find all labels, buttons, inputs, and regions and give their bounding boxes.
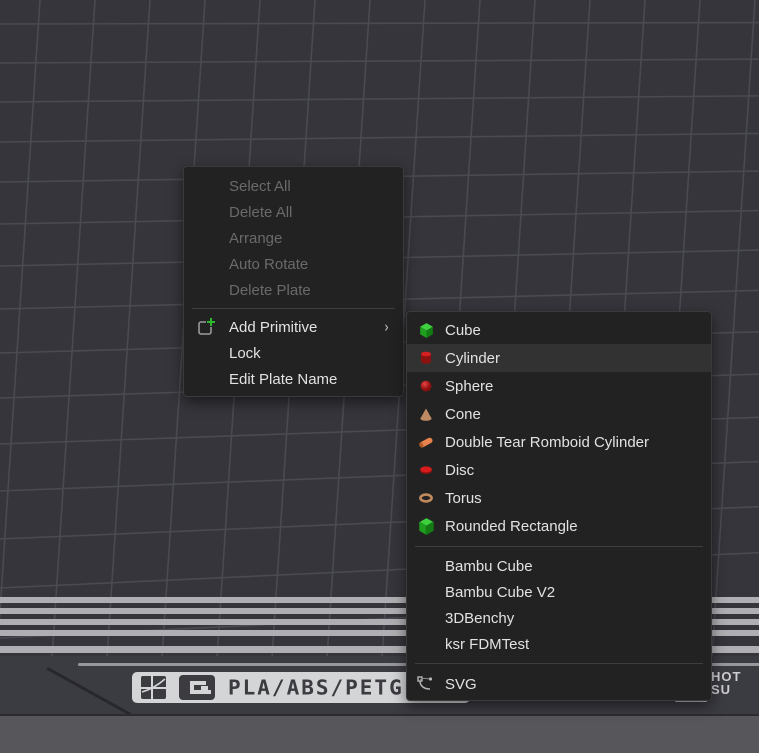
submenu-item-3dbenchy[interactable]: 3DBenchy xyxy=(407,605,711,631)
submenu-item-svg[interactable]: SVG xyxy=(407,670,711,698)
torus-icon xyxy=(407,492,445,504)
g-mark-logo-icon xyxy=(179,675,215,700)
menu-item-arrange[interactable]: Arrange xyxy=(184,225,403,251)
submenu-item-bambu-cube-v2[interactable]: Bambu Cube V2 xyxy=(407,579,711,605)
submenu-item-double-tear-romboid-cylinder[interactable]: Double Tear Romboid Cylinder xyxy=(407,428,711,456)
menu-item-delete-all[interactable]: Delete All xyxy=(184,199,403,225)
menu-separator xyxy=(415,663,703,664)
submenu-item-torus[interactable]: Torus xyxy=(407,484,711,512)
menu-separator xyxy=(192,308,395,309)
cone-icon xyxy=(407,407,445,422)
slicer-viewport-screenshot: { "colors":{ "viewport_bg":"#35353b","gr… xyxy=(0,0,759,753)
cylinder-icon xyxy=(407,350,445,366)
submenu-item-disc[interactable]: Disc xyxy=(407,456,711,484)
submenu-item-sphere[interactable]: Sphere xyxy=(407,372,711,400)
menu-separator xyxy=(415,546,703,547)
menu-item-edit-plate-name[interactable]: Edit Plate Name xyxy=(184,366,403,392)
menu-item-select-all[interactable]: Select All xyxy=(184,173,403,199)
svg-bezier-icon xyxy=(407,675,445,693)
menu-item-lock[interactable]: Lock xyxy=(184,340,403,366)
disc-icon xyxy=(407,464,445,476)
menu-item-add-primitive[interactable]: Add Primitive › xyxy=(184,314,403,340)
submenu-arrow-icon: › xyxy=(385,319,389,336)
hot-surface-text-line2: SU xyxy=(711,683,741,696)
submenu-item-cylinder[interactable]: Cylinder xyxy=(407,344,711,372)
menu-item-delete-plate[interactable]: Delete Plate xyxy=(184,277,403,303)
submenu-item-rounded-rectangle[interactable]: Rounded Rectangle xyxy=(407,512,711,540)
add-primitive-icon xyxy=(184,318,229,336)
plate-material-label: PLA/ABS/PETG xyxy=(228,676,404,699)
add-primitive-submenu: Cube Cylinder Sphere Cone xyxy=(406,311,712,701)
menu-item-auto-rotate[interactable]: Auto Rotate xyxy=(184,251,403,277)
romboid-cylinder-icon xyxy=(407,435,445,450)
rounded-rectangle-icon xyxy=(407,518,445,535)
submenu-item-cone[interactable]: Cone xyxy=(407,400,711,428)
bambu-quadrant-logo-icon xyxy=(141,676,166,699)
cube-icon xyxy=(407,322,445,339)
submenu-item-bambu-cube[interactable]: Bambu Cube xyxy=(407,553,711,579)
submenu-item-cube[interactable]: Cube xyxy=(407,316,711,344)
table-surface xyxy=(0,714,759,753)
submenu-item-ksr-fdmtest[interactable]: ksr FDMTest xyxy=(407,631,711,657)
plate-context-menu: Select All Delete All Arrange Auto Rotat… xyxy=(183,166,404,397)
plate-corner-chamfer xyxy=(47,667,132,716)
sphere-icon xyxy=(407,379,445,393)
